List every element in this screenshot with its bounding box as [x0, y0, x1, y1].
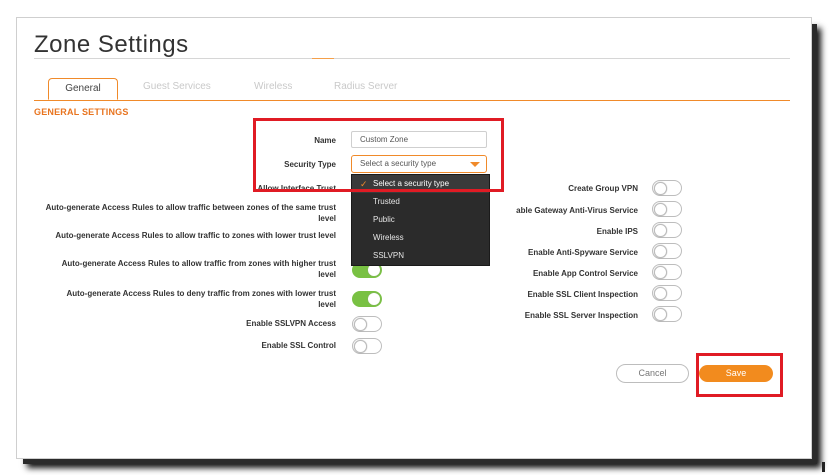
- anti-spyware-toggle[interactable]: [652, 243, 682, 259]
- access-rules-higher-trust-label: Auto-generate Access Rules to allow traf…: [61, 259, 336, 279]
- app-control-label: Enable App Control Service: [532, 269, 638, 278]
- page-title: Zone Settings: [34, 31, 189, 58]
- dropdown-option-trusted[interactable]: Trusted: [352, 193, 489, 211]
- ips-toggle[interactable]: [652, 222, 682, 238]
- toggle-knob: [654, 287, 667, 300]
- dropdown-option-sslvpn[interactable]: SSLVPN: [352, 247, 489, 265]
- sslvpn-access-toggle[interactable]: [352, 316, 382, 332]
- ssl-control-toggle[interactable]: [352, 338, 382, 354]
- group-vpn-toggle[interactable]: [652, 180, 682, 196]
- ssl-client-inspection-toggle[interactable]: [652, 285, 682, 301]
- toggle-knob: [368, 293, 380, 305]
- ssl-server-inspection-label: Enable SSL Server Inspection: [524, 311, 638, 320]
- toggle-knob: [354, 318, 367, 331]
- tab-general[interactable]: General: [48, 78, 118, 100]
- tab-wireless[interactable]: Wireless: [254, 81, 292, 92]
- name-security-highlight-box: [253, 118, 504, 192]
- section-heading: GENERAL SETTINGS: [34, 107, 129, 117]
- edge-mark: [822, 462, 825, 472]
- enable-ssl-control-label: Enable SSL Control: [261, 341, 336, 350]
- save-button[interactable]: Save: [699, 365, 773, 382]
- deny-rules-lower-trust-label: Auto-generate Access Rules to deny traff…: [66, 289, 336, 309]
- app-control-toggle[interactable]: [652, 264, 682, 280]
- access-rules-lower-trust-label: Auto-generate Access Rules to allow traf…: [55, 231, 336, 240]
- toggle-knob: [654, 224, 667, 237]
- ssl-client-inspection-label: Enable SSL Client Inspection: [527, 290, 638, 299]
- dropdown-option-wireless[interactable]: Wireless: [352, 229, 489, 247]
- toggle-knob: [654, 245, 667, 258]
- gateway-anti-virus-toggle[interactable]: [652, 201, 682, 217]
- toggle-knob: [654, 182, 667, 195]
- access-rules-same-trust-label: Auto-generate Access Rules to allow traf…: [45, 203, 336, 223]
- tab-radius-server[interactable]: Radius Server: [334, 81, 397, 92]
- toggle-knob: [654, 266, 667, 279]
- dropdown-option-public[interactable]: Public: [352, 211, 489, 229]
- title-accent-line: [312, 58, 334, 59]
- toggle-knob: [354, 340, 367, 353]
- enable-sslvpn-access-label: Enable SSLVPN Access: [246, 319, 336, 328]
- cancel-button[interactable]: Cancel: [616, 364, 689, 383]
- ssl-server-inspection-toggle[interactable]: [652, 306, 682, 322]
- title-divider: [34, 58, 790, 59]
- tab-guest-services[interactable]: Guest Services: [143, 81, 211, 92]
- toggle-knob: [654, 203, 667, 216]
- deny-lower-trust-toggle[interactable]: [352, 291, 382, 307]
- tabs-divider: [34, 100, 790, 101]
- toggle-knob: [654, 308, 667, 321]
